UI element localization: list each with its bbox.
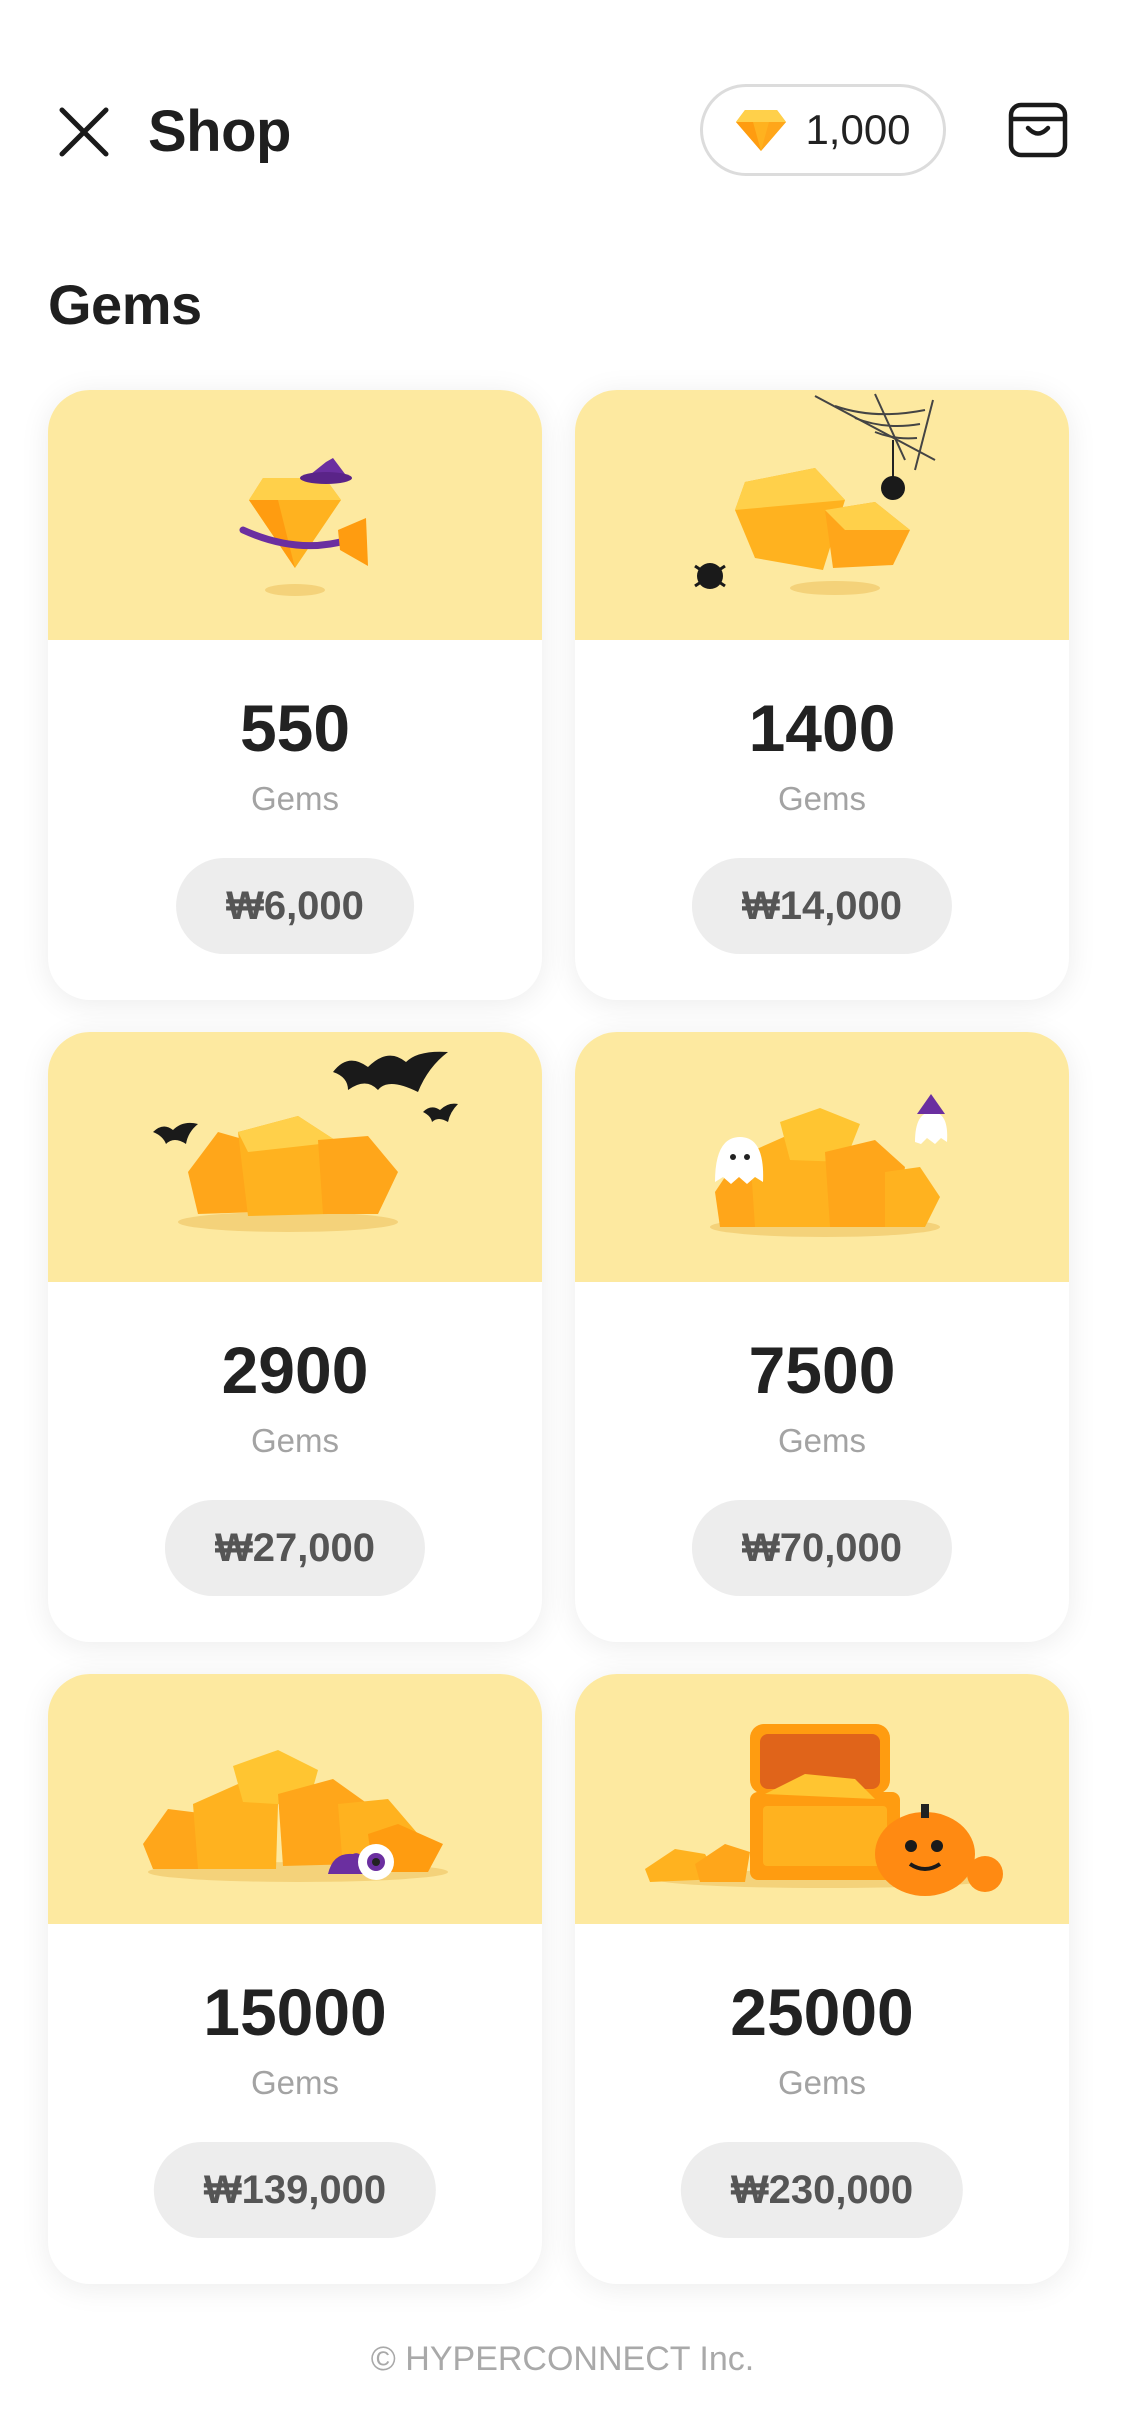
buy-button[interactable]: ₩6,000 [176,858,414,954]
shopping-bag-icon [1008,102,1068,158]
gem-balance-value: 1,000 [805,106,911,153]
gem-unit-label: Gems [777,1422,866,1459]
section-title-gems: Gems [48,273,202,336]
gem-balance-button[interactable]: 1,000 [700,84,946,176]
product-card-25000[interactable]: 25000 Gems ₩230,000 [575,1674,1069,2284]
product-card-550[interactable]: 550 Gems ₩6,000 [48,390,542,1000]
close-icon [59,107,109,157]
gem-amount: 25000 [730,1975,914,2049]
buy-button[interactable]: ₩230,000 [680,2142,964,2238]
gem-amount: 15000 [203,1975,387,2049]
product-card-1400[interactable]: 1400 Gems ₩14,000 [575,390,1069,1000]
gem-amount: 550 [239,691,351,765]
product-illustration [575,1674,1069,1924]
gem-unit-label: Gems [250,780,339,817]
product-illustration [575,390,1069,640]
gem-amount: 2900 [221,1333,369,1407]
close-button[interactable] [44,92,124,172]
inventory-button[interactable] [1000,92,1076,168]
product-card-15000[interactable]: 15000 Gems ₩139,000 [48,1674,542,2284]
gem-unit-label: Gems [777,2064,866,2101]
gem-unit-label: Gems [250,1422,339,1459]
gem-amount: 7500 [748,1333,896,1407]
product-illustration [48,1674,542,1924]
gem-unit-label: Gems [250,2064,339,2101]
buy-button[interactable]: ₩14,000 [691,858,953,954]
page-title: Shop [148,99,291,164]
product-card-2900[interactable]: 2900 Gems ₩27,000 [48,1032,542,1642]
product-illustration [575,1032,1069,1282]
buy-button[interactable]: ₩27,000 [164,1500,426,1596]
buy-button[interactable]: ₩139,000 [153,2142,437,2238]
gem-icon [736,110,787,151]
footer-copyright: © HYPERCONNECT Inc. [370,2340,755,2378]
buy-button[interactable]: ₩70,000 [691,1500,953,1596]
product-grid: 550 Gems ₩6,000 1400 Gems ₩14,000 2900 G… [48,390,1074,2284]
shop-page: Shop 1,000 Gems 550 Gems ₩6,000 1400 Gem… [0,0,1125,2433]
header: Shop 1,000 [0,70,1125,190]
gem-unit-label: Gems [777,780,866,817]
product-illustration [48,1032,542,1282]
product-card-7500[interactable]: 7500 Gems ₩70,000 [575,1032,1069,1642]
product-illustration [48,390,542,640]
gem-amount: 1400 [748,691,896,765]
